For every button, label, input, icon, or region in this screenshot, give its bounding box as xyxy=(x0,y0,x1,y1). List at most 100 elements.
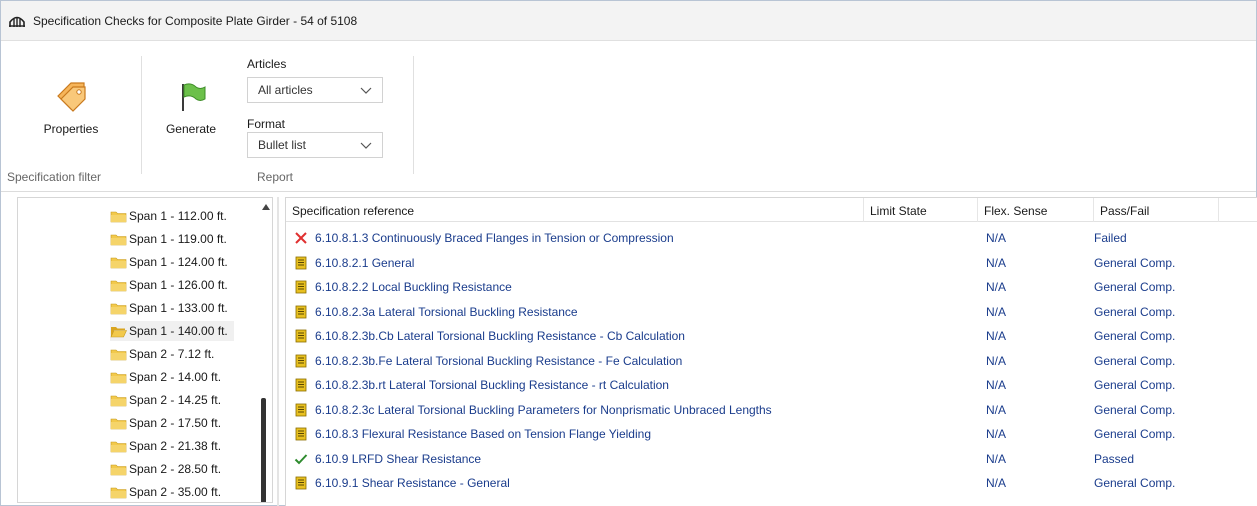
cell-flex-sense: N/A xyxy=(986,378,1007,392)
column-header-spec-reference[interactable]: Specification reference xyxy=(286,198,864,222)
document-icon xyxy=(295,305,307,318)
folder-icon xyxy=(110,303,127,314)
cell-spec-reference: 6.10.8.2.1 General xyxy=(294,251,414,275)
tree-item-label: Span 2 - 35.00 ft. xyxy=(129,485,222,499)
folder-icon xyxy=(110,464,127,475)
tree-item[interactable]: Span 2 - 7.12 ft. xyxy=(110,344,214,364)
spec-reference-text: 6.10.8.2.3c Lateral Torsional Buckling P… xyxy=(315,402,772,417)
table-row[interactable]: 6.10.8.2.3b.Cb Lateral Torsional Bucklin… xyxy=(286,324,1257,348)
cell-pass-fail: Passed xyxy=(1094,451,1135,466)
format-dropdown[interactable]: Bullet list xyxy=(247,132,383,158)
ribbon: Properties Generate Articles All article… xyxy=(1,42,1256,192)
tree-item[interactable]: Span 2 - 17.50 ft. xyxy=(110,413,221,433)
ribbon-separator xyxy=(413,56,414,174)
pane-splitter[interactable] xyxy=(277,197,279,506)
table-row[interactable]: 6.10.8.2.1 General N/A General Comp. xyxy=(286,251,1257,275)
folder-icon xyxy=(110,257,127,268)
tree-item-label: Span 2 - 17.50 ft. xyxy=(129,416,222,430)
tree-item[interactable]: Span 1 - 119.00 ft. xyxy=(110,229,227,249)
cell-flex-sense: N/A xyxy=(986,255,1007,270)
tree-item-label: Span 1 - 112.00 ft. xyxy=(129,209,227,223)
tree-item[interactable]: Span 1 - 112.00 ft. xyxy=(110,206,227,226)
column-header-pass-fail[interactable]: Pass/Fail xyxy=(1094,198,1219,222)
cell-flex-sense: N/A xyxy=(986,451,1007,466)
document-icon xyxy=(295,476,307,490)
tree-item[interactable]: Span 1 - 126.00 ft. xyxy=(110,275,228,295)
document-icon xyxy=(295,427,307,441)
document-icon xyxy=(295,329,307,343)
spec-reference-text: 6.10.8.2.3b.rt Lateral Torsional Bucklin… xyxy=(315,378,669,392)
folder-icon xyxy=(110,234,127,245)
title-bar: Specification Checks for Composite Plate… xyxy=(1,1,1256,41)
cell-spec-reference: 6.10.8.2.3b.Fe Lateral Torsional Bucklin… xyxy=(294,349,682,373)
folder-icon xyxy=(110,487,127,498)
tree-item-label: Span 2 - 7.12 ft. xyxy=(129,347,215,361)
cell-pass-fail: General Comp. xyxy=(1094,329,1176,343)
cell-pass-fail: General Comp. xyxy=(1094,304,1176,319)
scroll-up-arrow-icon[interactable] xyxy=(261,203,271,211)
tree-item[interactable]: Span 1 - 124.00 ft. xyxy=(110,252,228,272)
folder-open-icon xyxy=(110,326,127,337)
cell-spec-reference: 6.10.8.2.3b.Cb Lateral Torsional Bucklin… xyxy=(294,324,685,348)
tree-item-label: Span 1 - 126.00 ft. xyxy=(129,278,228,292)
table-row[interactable]: 6.10.8.2.3b.Fe Lateral Torsional Bucklin… xyxy=(286,349,1257,373)
generate-label: Generate xyxy=(165,122,217,136)
tree-item[interactable]: Span 2 - 21.38 ft. xyxy=(110,436,221,456)
table-row[interactable]: 6.10.8.3 Flexural Resistance Based on Te… xyxy=(286,422,1257,446)
articles-dropdown[interactable]: All articles xyxy=(247,77,383,103)
location-tree[interactable]: Span 1 - 112.00 ft. Span 1 - 119.00 ft. Sp… xyxy=(17,197,273,503)
properties-button[interactable]: Properties xyxy=(39,80,103,136)
folder-icon xyxy=(110,211,127,222)
cell-spec-reference: 6.10.8.3 Flexural Resistance Based on Te… xyxy=(294,422,651,446)
tree-item[interactable]: Span 2 - 14.00 ft. xyxy=(110,367,221,387)
document-icon xyxy=(295,280,307,294)
table-row[interactable]: 6.10.8.2.2 Local Buckling Resistance N/A G… xyxy=(286,275,1257,299)
ribbon-separator xyxy=(141,56,142,174)
document-icon xyxy=(295,403,307,416)
tree-scrollbar-thumb[interactable] xyxy=(261,398,266,502)
cell-spec-reference: 6.10.8.2.3b.rt Lateral Torsional Bucklin… xyxy=(294,373,669,397)
cell-pass-fail: Failed xyxy=(1094,231,1127,245)
grid-header: Specification reference Limit State Flex… xyxy=(286,198,1257,222)
tree-item[interactable]: Span 2 - 35.00 ft. xyxy=(110,482,221,502)
cell-spec-reference: 6.10.9 LRFD Shear Resistance xyxy=(294,447,481,471)
tree-item-label: Span 2 - 14.00 ft. xyxy=(129,370,222,384)
cell-flex-sense: N/A xyxy=(986,427,1007,441)
format-value: Bullet list xyxy=(258,138,307,152)
cell-pass-fail: General Comp. xyxy=(1094,378,1176,392)
tree-item[interactable]: Span 2 - 14.25 ft. xyxy=(110,390,221,410)
folder-icon xyxy=(110,280,127,291)
failed-x-icon xyxy=(295,232,307,244)
tree-item[interactable]: Span 2 - 28.50 ft. xyxy=(110,459,221,479)
tree-item[interactable]: Span 1 - 140.00 ft. xyxy=(110,321,234,341)
tree-item-label: Span 2 - 21.38 ft. xyxy=(129,439,222,453)
table-row[interactable]: 6.10.8.1.3 Continuously Braced Flanges i… xyxy=(286,226,1257,250)
cell-spec-reference: 6.10.8.2.3c Lateral Torsional Buckling P… xyxy=(294,398,772,422)
table-row[interactable]: 6.10.8.2.3a Lateral Torsional Buckling R… xyxy=(286,300,1257,324)
document-icon xyxy=(295,378,307,392)
folder-icon xyxy=(110,372,127,383)
table-row[interactable]: 6.10.8.2.3b.rt Lateral Torsional Bucklin… xyxy=(286,373,1257,397)
table-row[interactable]: 6.10.9.1 Shear Resistance - General N/A Ge… xyxy=(286,471,1257,495)
column-header-limit-state[interactable]: Limit State xyxy=(864,198,978,222)
cell-pass-fail: General Comp. xyxy=(1094,427,1176,441)
spec-check-grid: Specification reference Limit State Flex… xyxy=(285,197,1257,506)
cell-pass-fail: General Comp. xyxy=(1094,353,1176,368)
table-row[interactable]: 6.10.9 LRFD Shear Resistance N/A Passed xyxy=(286,447,1257,471)
cell-flex-sense: N/A xyxy=(986,353,1007,368)
chevron-down-icon xyxy=(360,142,372,149)
cell-flex-sense: N/A xyxy=(986,280,1007,294)
generate-button[interactable]: Generate xyxy=(161,80,221,136)
tree-item[interactable]: Span 1 - 133.00 ft. xyxy=(110,298,228,318)
folder-icon xyxy=(110,418,127,429)
bridge-app-icon xyxy=(9,16,25,27)
tree-item-label: Span 2 - 28.50 ft. xyxy=(129,462,222,476)
format-label: Format xyxy=(247,117,286,131)
cell-spec-reference: 6.10.8.2.3a Lateral Torsional Buckling R… xyxy=(294,300,578,324)
chevron-down-icon xyxy=(360,87,372,94)
folder-icon xyxy=(110,395,127,406)
flag-icon xyxy=(182,83,206,111)
column-header-flex-sense[interactable]: Flex. Sense xyxy=(978,198,1094,222)
table-row[interactable]: 6.10.8.2.3c Lateral Torsional Buckling P… xyxy=(286,398,1257,422)
spec-reference-text: 6.10.8.2.3b.Cb Lateral Torsional Bucklin… xyxy=(315,329,685,343)
